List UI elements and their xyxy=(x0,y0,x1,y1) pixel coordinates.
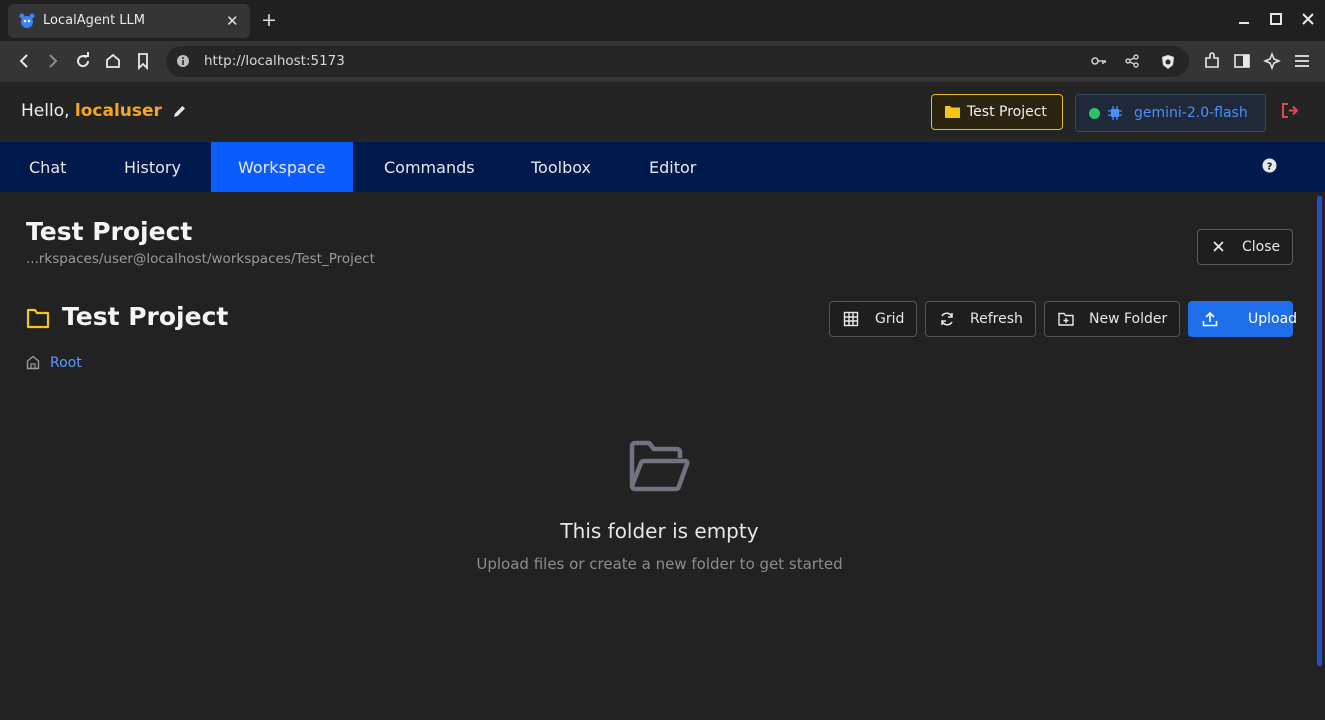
brave-shield-icon[interactable] xyxy=(1160,54,1176,70)
workspace-path: ...rkspaces/user@localhost/workspaces/Te… xyxy=(26,251,375,267)
cpu-chip-icon xyxy=(1108,106,1122,120)
browser-titlebar: LocalAgent LLM ✕ + xyxy=(0,0,1325,41)
forward-icon[interactable] xyxy=(44,52,62,70)
favicon-icon xyxy=(18,12,36,30)
back-icon[interactable] xyxy=(15,52,33,70)
key-icon[interactable] xyxy=(1091,54,1107,68)
logout-icon[interactable] xyxy=(1282,103,1299,118)
breadcrumb-root[interactable]: Root xyxy=(50,355,82,371)
tab-workspace[interactable]: Workspace xyxy=(211,142,353,192)
folder-title: Test Project xyxy=(62,302,229,331)
svg-text:?: ? xyxy=(1267,162,1273,173)
model-selector-button[interactable]: gemini-2.0-flash xyxy=(1075,94,1266,132)
tab-title: LocalAgent LLM xyxy=(43,13,146,28)
url-text: http://localhost:5173 xyxy=(204,53,345,69)
project-label: Test Project xyxy=(967,104,1047,120)
home-icon xyxy=(26,355,40,370)
app-header: Hello, localuser Test Project gemini-2.0… xyxy=(0,82,1325,141)
menu-icon[interactable] xyxy=(1293,52,1311,70)
new-folder-button[interactable]: New Folder xyxy=(1044,301,1180,337)
page-title: Test Project xyxy=(26,217,193,246)
folder-outline-icon xyxy=(26,307,50,329)
extensions-icon[interactable] xyxy=(1203,52,1221,70)
site-info-icon[interactable] xyxy=(176,54,190,68)
empty-state-title: This folder is empty xyxy=(560,519,759,543)
upload-button[interactable]: Upload xyxy=(1188,301,1297,337)
new-tab-icon[interactable]: + xyxy=(261,10,277,30)
folder-icon xyxy=(945,105,960,118)
reload-icon[interactable] xyxy=(74,52,92,70)
tab-commands[interactable]: Commands xyxy=(353,142,503,192)
greeting-text: Hello, xyxy=(21,101,70,121)
grid-icon xyxy=(843,311,859,327)
upload-icon xyxy=(1202,311,1218,327)
grid-view-button[interactable]: Grid xyxy=(829,301,917,337)
empty-state-subtitle: Upload files or create a new folder to g… xyxy=(476,555,843,573)
browser-toolbar: http://localhost:5173 xyxy=(0,41,1325,82)
refresh-label: Refresh xyxy=(970,311,1023,327)
leo-ai-icon[interactable] xyxy=(1263,52,1281,70)
tab-history[interactable]: History xyxy=(96,142,211,192)
folder-open-icon xyxy=(628,440,690,494)
greeting: Hello, localuser xyxy=(21,101,162,121)
tab-chat[interactable]: Chat xyxy=(0,142,96,192)
scrollbar[interactable] xyxy=(1317,196,1322,666)
pencil-icon[interactable] xyxy=(172,104,187,119)
bookmark-icon[interactable] xyxy=(134,52,152,70)
close-button[interactable]: Close xyxy=(1197,229,1293,265)
status-dot xyxy=(1089,108,1100,119)
minimize-icon[interactable] xyxy=(1237,12,1251,26)
folder-plus-icon xyxy=(1058,311,1074,327)
grid-label: Grid xyxy=(875,311,905,327)
username: localuser xyxy=(74,101,162,121)
browser-tab[interactable]: LocalAgent LLM ✕ xyxy=(8,4,250,38)
refresh-button[interactable]: Refresh xyxy=(925,301,1036,337)
address-bar[interactable]: http://localhost:5173 xyxy=(166,46,1189,77)
close-icon xyxy=(1212,240,1225,253)
tab-editor[interactable]: Editor xyxy=(621,142,731,192)
help-icon[interactable]: ? xyxy=(1262,158,1277,173)
share-icon[interactable] xyxy=(1125,54,1139,68)
upload-label: Upload xyxy=(1248,311,1298,327)
refresh-icon xyxy=(939,311,955,327)
main-nav: Chat History Workspace Commands Toolbox … xyxy=(0,141,1325,192)
new-folder-label: New Folder xyxy=(1089,311,1168,327)
tab-toolbox[interactable]: Toolbox xyxy=(503,142,621,192)
tab-close-icon[interactable]: ✕ xyxy=(226,12,239,30)
window-close-icon[interactable] xyxy=(1301,12,1315,26)
project-selector-button[interactable]: Test Project xyxy=(931,94,1063,130)
maximize-icon[interactable] xyxy=(1269,12,1283,26)
close-label: Close xyxy=(1242,239,1281,255)
sidebar-icon[interactable] xyxy=(1233,52,1251,70)
model-label: gemini-2.0-flash xyxy=(1134,105,1248,121)
home-icon[interactable] xyxy=(104,52,122,70)
